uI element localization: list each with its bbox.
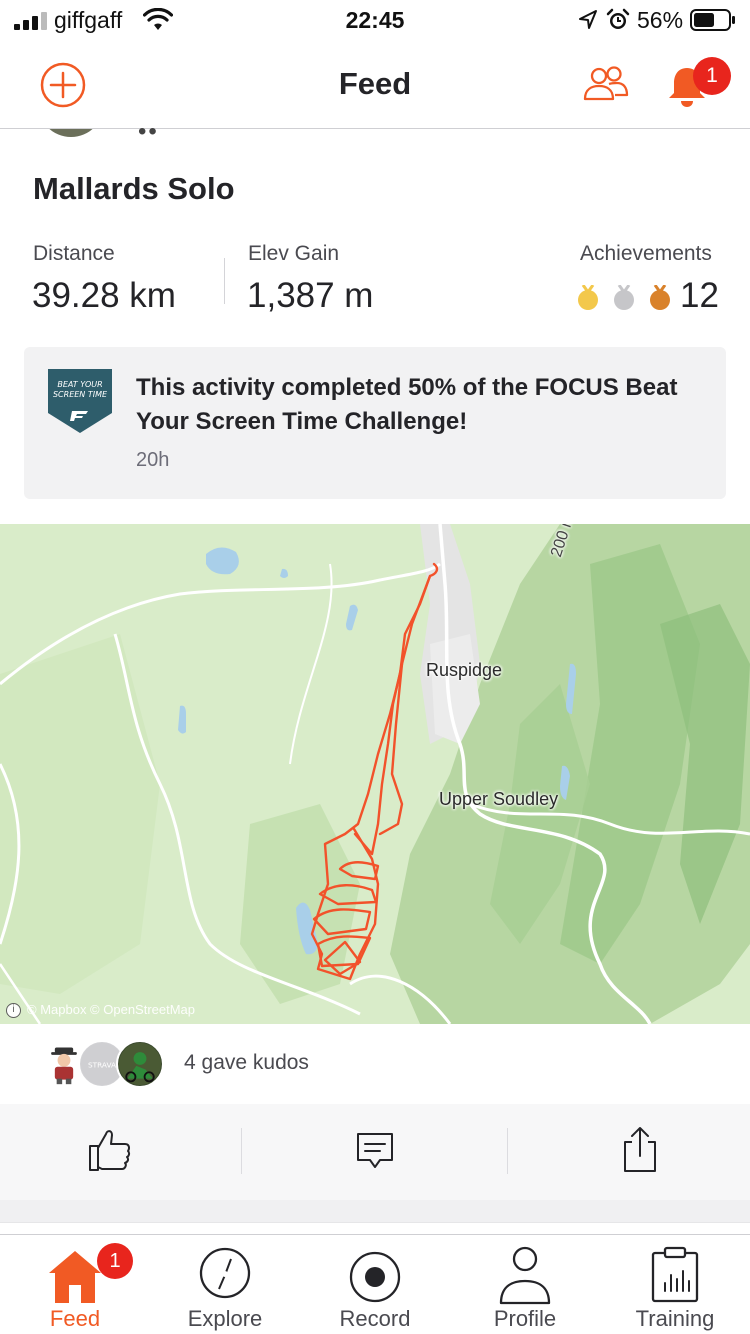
kudos-count-text[interactable]: 4 gave kudos (184, 1051, 309, 1075)
status-bar: giffgaff 22:45 56% (0, 0, 750, 44)
route-map[interactable]: Ruspidge Upper Soudley 200 m i © Mapbox ©… (0, 524, 750, 1024)
activity-title[interactable]: Mallards Solo (33, 171, 235, 207)
challenge-text: This activity completed 50% of the FOCUS… (136, 374, 678, 435)
action-divider (241, 1128, 242, 1174)
record-icon (349, 1251, 401, 1303)
feed-separator (0, 1200, 750, 1222)
page-title: Feed (338, 66, 412, 101)
tab-record[interactable]: Record (300, 1235, 450, 1334)
elev-gain-label: Elev Gain (248, 242, 340, 265)
compass-icon (199, 1247, 251, 1299)
tab-explore[interactable]: Explore (150, 1235, 300, 1334)
silver-medal-icon (614, 285, 634, 310)
tab-profile[interactable]: Profile (450, 1235, 600, 1334)
athlete-avatar[interactable] (38, 129, 104, 137)
badge-text-1: BEAT YOUR (57, 380, 102, 389)
attribution-text: © Mapbox © OpenStreetMap (27, 1002, 196, 1017)
map-label-upper-soudley: Upper Soudley (439, 789, 559, 809)
challenge-badge-icon: BEAT YOUR SCREEN TIME (48, 369, 112, 433)
tab-bar: 1 Feed Explore Record Profile Training (0, 1234, 750, 1334)
achievements-value: 12 (680, 276, 719, 315)
gold-medal-icon (578, 285, 598, 310)
distance-label: Distance (33, 242, 115, 265)
alarm-icon (606, 8, 630, 29)
next-feed-card (0, 1222, 750, 1234)
info-icon[interactable]: i (6, 1003, 21, 1019)
kudo-avatar-3[interactable] (116, 1040, 164, 1088)
calendar-chart-icon (651, 1246, 699, 1303)
action-bar (0, 1104, 750, 1200)
tab-label-explore: Explore (187, 1306, 263, 1331)
tab-label-record: Record (339, 1306, 411, 1331)
bronze-medal-icon (650, 285, 670, 310)
battery-percent: 56% (637, 7, 684, 33)
action-divider (507, 1128, 508, 1174)
battery-icon (690, 9, 735, 31)
elev-gain-value: 1,387 m (247, 276, 374, 315)
achievements-label: Achievements (580, 242, 712, 265)
badge-text-2: SCREEN TIME (53, 390, 108, 399)
tab-label-feed: Feed (49, 1306, 101, 1331)
distance-value: 39.28 km (32, 276, 176, 315)
tab-training[interactable]: Training (600, 1235, 750, 1334)
kudos-row[interactable]: STRAVA 4 gave kudos (0, 1024, 750, 1104)
tab-label-training: Training (635, 1306, 715, 1331)
map-label-ruspidge: Ruspidge (426, 660, 503, 680)
map-attribution: i © Mapbox © OpenStreetMap (6, 1002, 196, 1019)
person-icon (499, 1246, 551, 1305)
comment-button[interactable] (350, 1124, 400, 1174)
more-options-icon[interactable]: •• (138, 118, 159, 146)
challenge-time: 20h (136, 449, 170, 471)
notification-badge: 1 (693, 57, 731, 95)
top-nav: Feed 1 (0, 44, 750, 129)
tab-label-profile: Profile (493, 1306, 557, 1331)
challenge-card[interactable]: BEAT YOUR SCREEN TIME This activity comp… (24, 347, 726, 499)
kudos-thumbs-up-button[interactable] (84, 1124, 134, 1174)
map-canvas (0, 524, 750, 1024)
home-icon (49, 1251, 101, 1303)
tab-feed[interactable]: 1 Feed (0, 1235, 150, 1334)
share-button[interactable] (614, 1124, 664, 1174)
find-friends-icon[interactable] (583, 64, 629, 104)
feed-badge: 1 (97, 1243, 133, 1279)
stat-divider (224, 258, 225, 304)
kudo-avatar-text: STRAVA (88, 1061, 116, 1070)
location-arrow-icon (579, 10, 597, 29)
